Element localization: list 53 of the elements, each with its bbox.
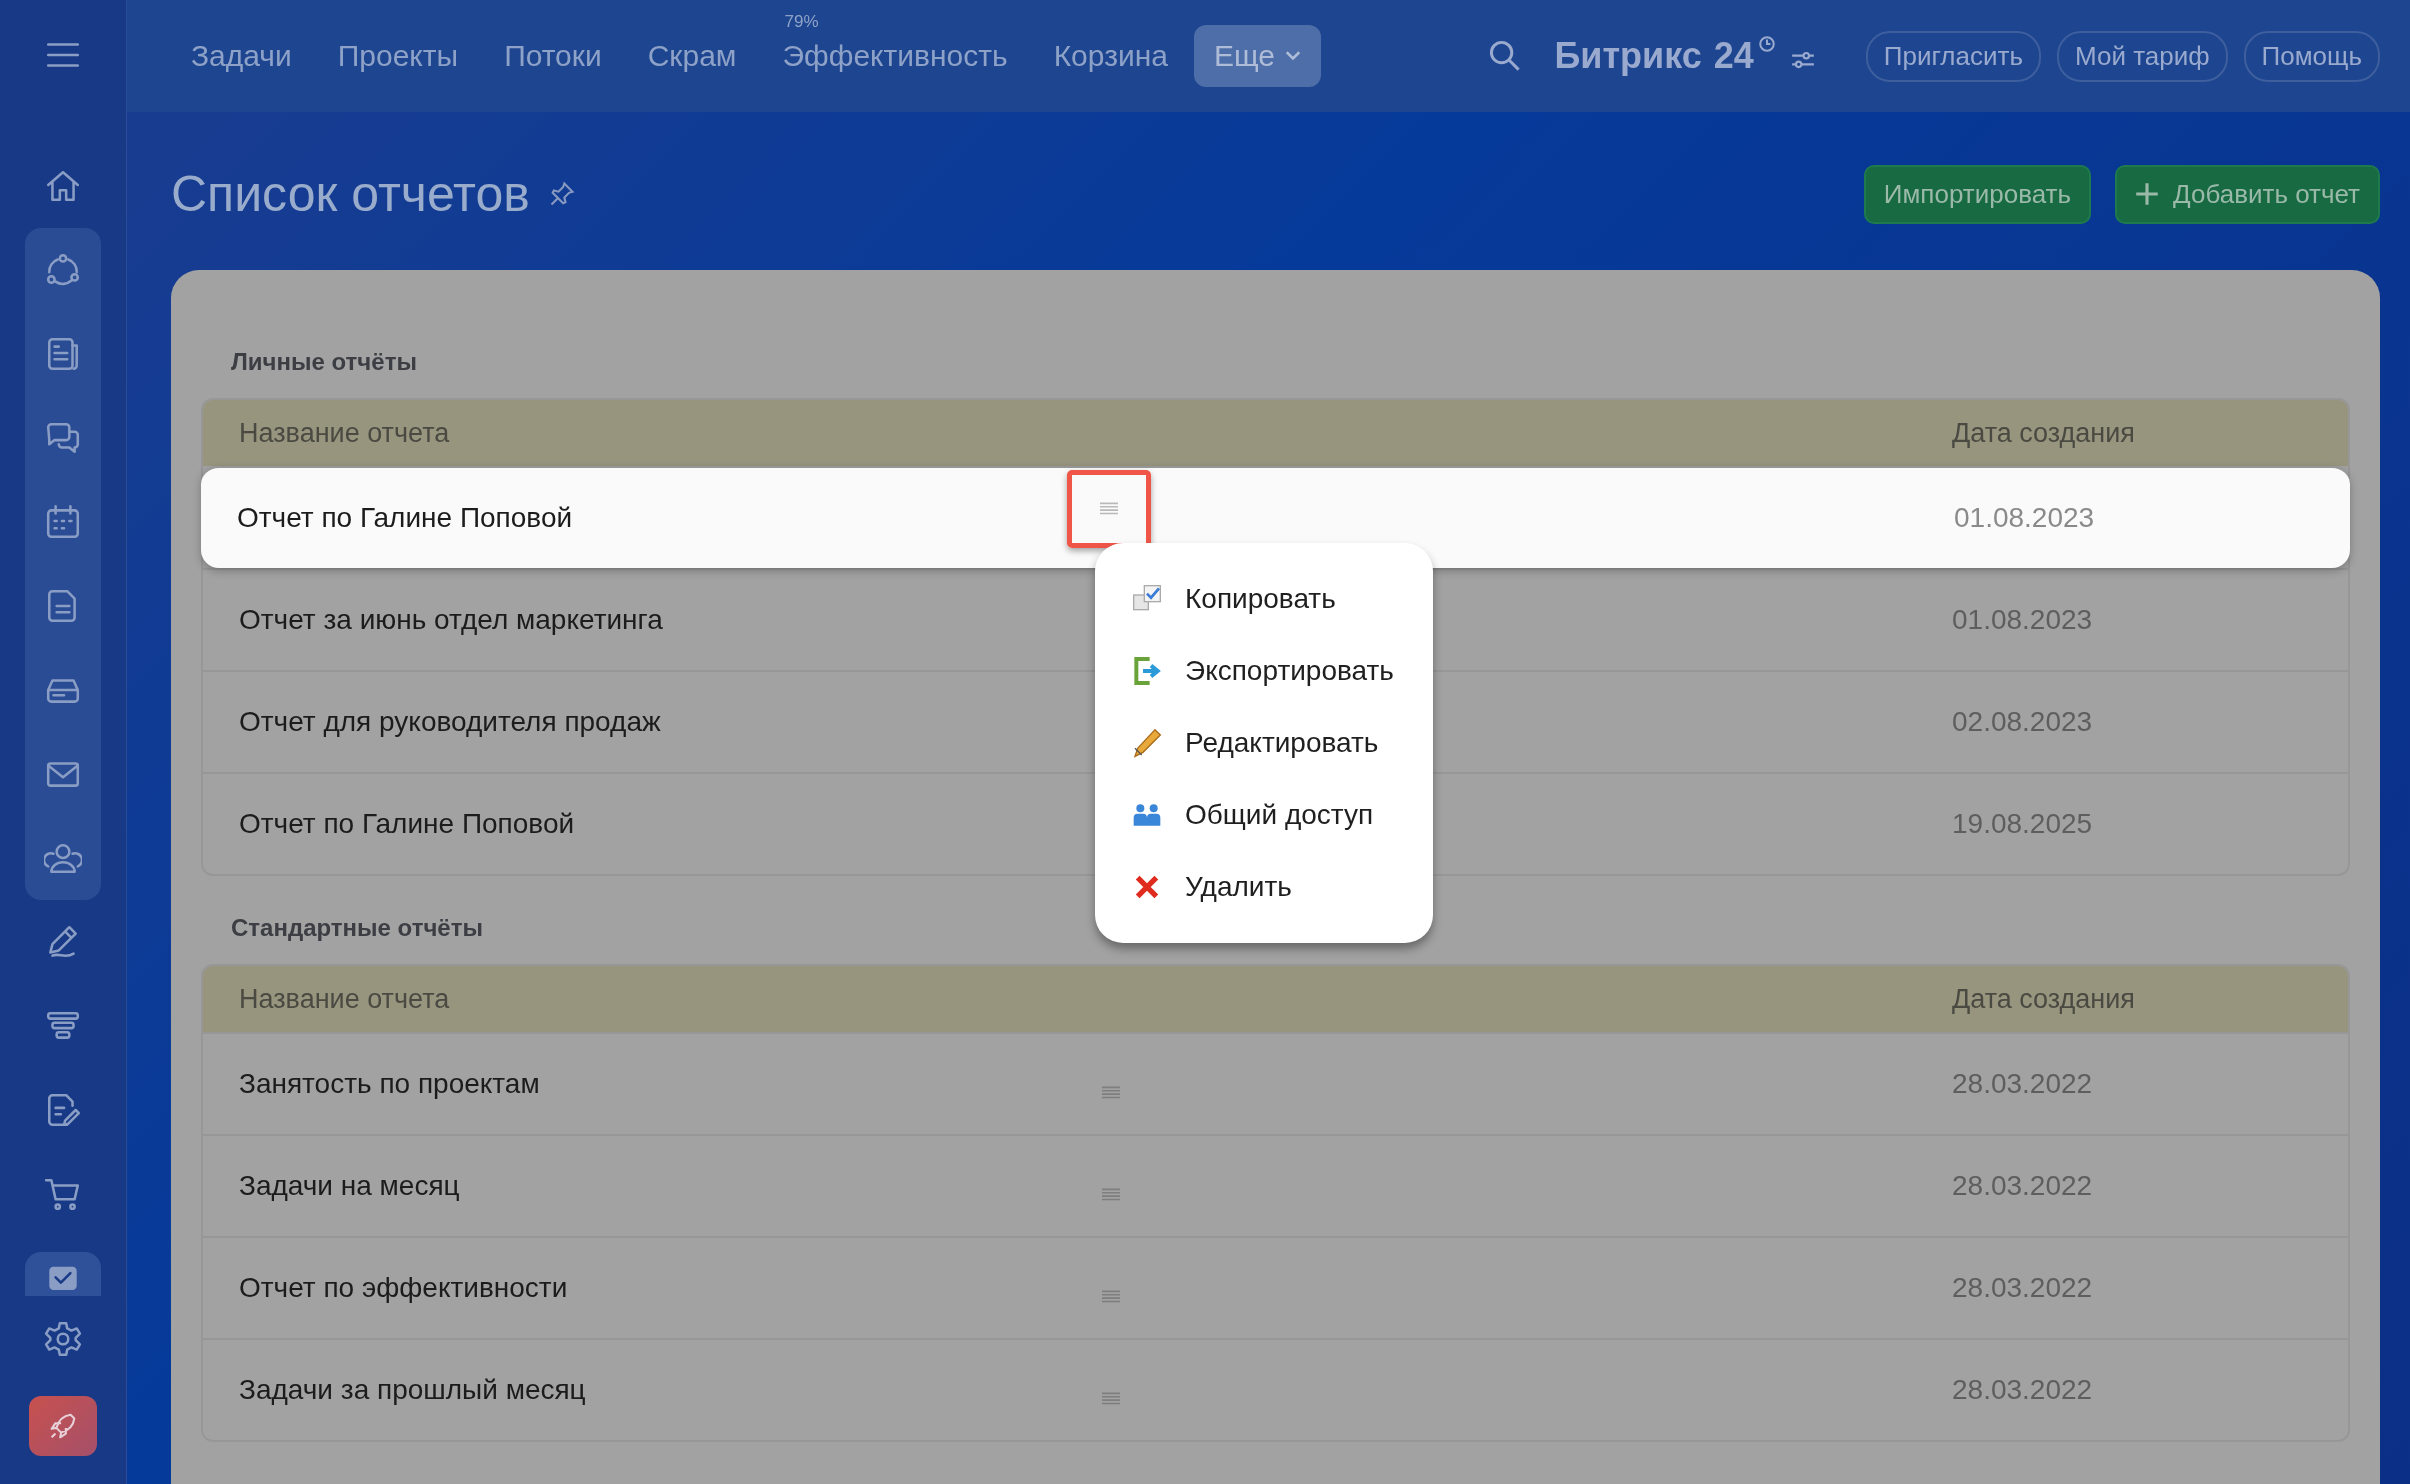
selected-row[interactable]: Отчет по Галине Поповой 01.08.2023 <box>201 466 2350 568</box>
report-name: Отчет по эффективности <box>239 1272 568 1304</box>
report-name: Отчет за июнь отдел маркетинга <box>239 604 663 636</box>
percent-label: 79% <box>784 13 819 30</box>
header-button[interactable]: Пригласить <box>1865 30 2041 82</box>
section-title: Стандартные отчёты <box>231 914 483 942</box>
report-name: Задачи за прошлый месяц <box>239 1374 586 1406</box>
menu-icon[interactable] <box>1100 502 1118 516</box>
menu-item[interactable]: Редактировать <box>1095 707 1433 779</box>
creation-date: 28.03.2022 <box>1952 1374 2094 1406</box>
column-header: Дата создания <box>1952 417 2136 449</box>
add-report-button[interactable]: Добавить отчет <box>2115 164 2380 224</box>
menu-item[interactable]: Удалить <box>1095 851 1433 923</box>
settings-icon[interactable] <box>44 1320 82 1358</box>
chevron-down-icon <box>1284 51 1301 61</box>
nav-tab[interactable]: Потоки <box>484 25 622 87</box>
header-button[interactable]: Мой тариф <box>2056 30 2228 82</box>
nav-tab[interactable]: Проекты <box>317 25 479 87</box>
export-icon <box>1131 655 1163 687</box>
plus-icon <box>2135 182 2159 206</box>
creation-date: 28.03.2022 <box>1952 1272 2094 1304</box>
creation-date: 19.08.2025 <box>1952 808 2094 840</box>
rocket-button[interactable] <box>29 1396 97 1456</box>
page-title: Список отчетов <box>171 165 530 223</box>
creation-date: 01.08.2023 <box>1952 604 2094 636</box>
menu-item[interactable]: Экспортировать <box>1095 635 1433 707</box>
calendar-icon[interactable] <box>44 503 82 541</box>
creation-date: 28.03.2022 <box>1952 1068 2094 1100</box>
report-name: Отчет по Галине Поповой <box>239 808 575 840</box>
nav-tab[interactable]: Скрам <box>627 25 757 87</box>
column-header: Название отчета <box>239 983 451 1015</box>
sliders-icon[interactable] <box>1789 49 1816 71</box>
creation-date: 01.08.2023 <box>1954 502 2096 534</box>
report-name: Задачи на месяц <box>239 1170 460 1202</box>
report-name: Отчет для руководителя продаж <box>239 706 661 738</box>
column-header: Название отчета <box>239 417 451 449</box>
creation-date: 28.03.2022 <box>1952 1170 2094 1202</box>
header-button[interactable]: Помощь <box>2243 30 2380 82</box>
brand-name: Битрикс <box>1554 35 1702 77</box>
nav-tab[interactable]: Задачи <box>171 25 312 87</box>
nav-tab[interactable]: Еще <box>1193 25 1321 87</box>
section-title: Личные отчёты <box>231 348 417 376</box>
import-button[interactable]: Импортировать <box>1863 164 2091 224</box>
menu-item[interactable]: Общий доступ <box>1095 779 1433 851</box>
clock-icon <box>1757 35 1776 53</box>
nav-tab[interactable]: Корзина <box>1033 25 1188 87</box>
brand-number: 24 <box>1713 35 1754 77</box>
column-header: Дата создания <box>1952 983 2136 1015</box>
search-icon[interactable] <box>1488 39 1523 73</box>
report-name: Отчет по Галине Поповой <box>237 502 573 534</box>
creation-date: 02.08.2023 <box>1952 706 2094 738</box>
pencil-icon <box>1131 727 1163 759</box>
report-name: Занятость по проектам <box>239 1068 540 1100</box>
